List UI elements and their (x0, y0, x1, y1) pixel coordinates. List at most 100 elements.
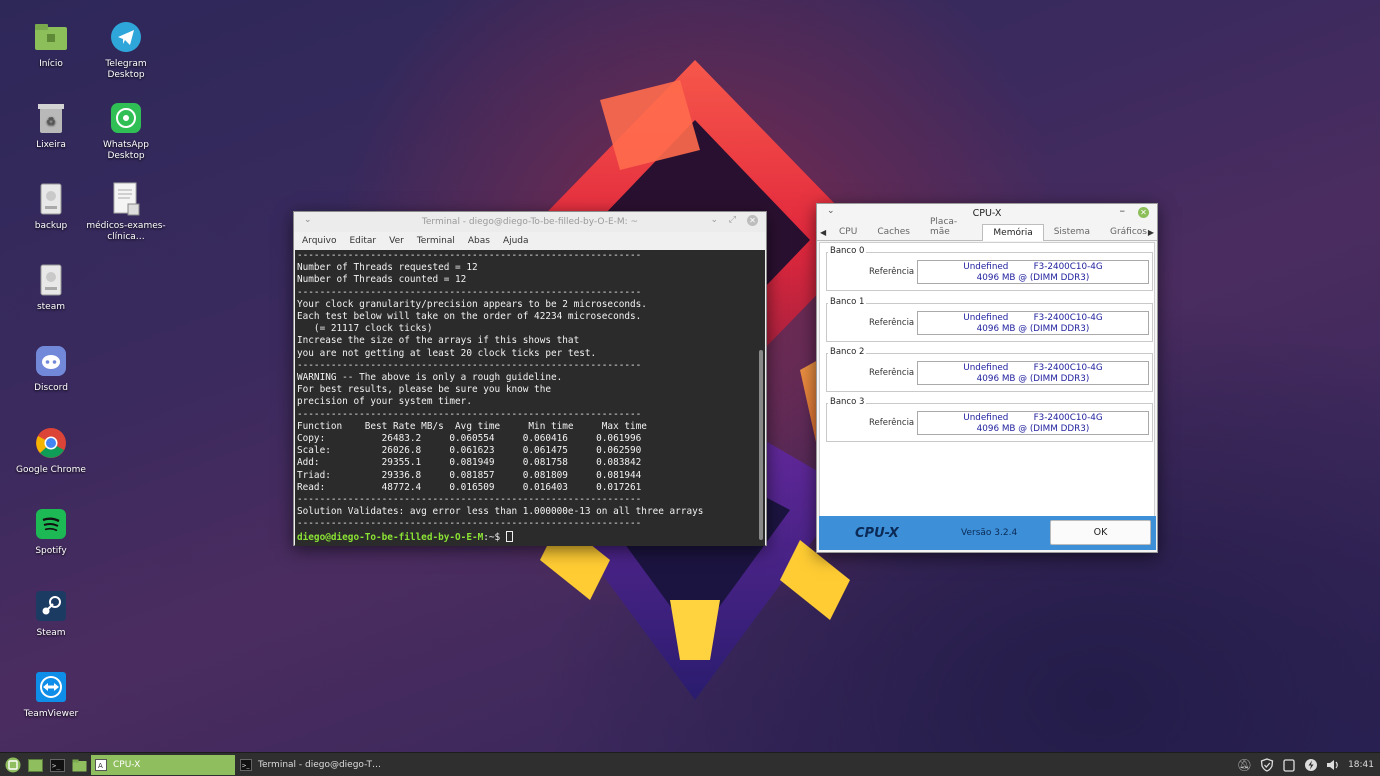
desktop-icon-telegram[interactable]: Telegram Desktop (86, 20, 166, 81)
tab-placa-mae[interactable]: Placa-mãe (920, 217, 982, 240)
terminal-line: you are not getting at least 20 clock ti… (297, 347, 597, 359)
reference-label: Referência (869, 267, 915, 277)
terminal-line: ----------------------------------------… (297, 286, 642, 298)
tab-scroll-right-icon[interactable]: ▶ (1148, 228, 1154, 237)
cpux-titlebar[interactable]: ⌄ CPU-X – ✕ (817, 204, 1157, 222)
cpux-footer: CPU-X Versão 3.2.4 OK (819, 516, 1156, 550)
home-folder-icon (34, 20, 68, 54)
menu-button[interactable] (3, 755, 23, 775)
window-menu-chevron-icon[interactable]: ⌄ (827, 206, 835, 216)
task-label: Terminal - diego@diego-T… (258, 760, 382, 770)
icon-label: backup (34, 221, 68, 231)
menu-abas[interactable]: Abas (468, 236, 490, 246)
terminal-line: ----------------------------------------… (297, 408, 642, 420)
desktop-icon-steam[interactable]: Steam (11, 589, 91, 639)
menu-arquivo[interactable]: Arquivo (302, 236, 336, 246)
show-desktop-button[interactable] (26, 755, 44, 775)
size-type-text: 4096 MB @ (DIMM DDR3) (976, 324, 1090, 334)
teamviewer-icon (34, 670, 68, 704)
icon-label: Google Chrome (16, 465, 86, 475)
part-number-text: F3-2400C10-4G (1033, 413, 1103, 423)
close-icon[interactable]: ✕ (1138, 207, 1149, 218)
menu-editar[interactable]: Editar (349, 236, 376, 246)
menu-ajuda[interactable]: Ajuda (503, 236, 529, 246)
desktop-icon-chrome[interactable]: Google Chrome (11, 426, 91, 476)
files-launcher[interactable] (70, 755, 88, 775)
menu-ver[interactable]: Ver (389, 236, 404, 246)
part-number-text: F3-2400C10-4G (1033, 363, 1103, 373)
desktop-icon-steam-drive[interactable]: steam (11, 263, 91, 313)
menu-terminal[interactable]: Terminal (417, 236, 455, 246)
tab-sistema[interactable]: Sistema (1044, 227, 1100, 240)
tab-cpu[interactable]: CPU (829, 227, 867, 240)
prompt-user: diego@diego-To-be-filled-by-O-E-M (297, 531, 484, 543)
terminal-menubar: Arquivo Editar Ver Terminal Abas Ajuda (294, 232, 766, 249)
bank-name: Banco 3 (828, 397, 867, 407)
cpux-window[interactable]: ⌄ CPU-X – ✕ ◀ CPU Caches Placa-mãe Memór… (816, 203, 1158, 553)
memory-bank-2: Banco 2 Referência Undefined F3-2400C10-… (826, 347, 1153, 392)
clock[interactable]: 18:41 (1348, 760, 1374, 770)
minimize-icon[interactable]: – (1120, 204, 1126, 217)
volume-icon[interactable] (1326, 758, 1340, 772)
svg-text:♻: ♻ (46, 115, 56, 128)
task-terminal[interactable]: >_ Terminal - diego@diego-T… (236, 755, 386, 775)
desktop-icon-document[interactable]: médicos-exames-clínica… (86, 182, 166, 243)
mint-logo-icon (5, 757, 21, 773)
show-desktop-icon (27, 758, 43, 772)
cpux-tabbar: ◀ CPU Caches Placa-mãe Memória Sistema G… (817, 217, 1157, 241)
desktop-icon-teamviewer[interactable]: TeamViewer (11, 670, 91, 720)
version-label: Versão 3.2.4 (961, 528, 1018, 538)
minimize-icon[interactable]: ⌄ (710, 215, 718, 225)
terminal-line: Read: 48772.4 0.016509 0.016403 0.017261 (297, 481, 642, 493)
icon-label: médicos-exames-clínica… (86, 221, 166, 242)
terminal-line: Increase the size of the arrays if this … (297, 335, 580, 347)
clipboard-icon[interactable] (1282, 758, 1296, 772)
desktop-icon-home[interactable]: Início (11, 20, 91, 70)
terminal-line: Solution Validates: avg error less than … (297, 506, 704, 518)
steam-icon (34, 589, 68, 623)
terminal-line: Your clock granularity/precision appears… (297, 298, 647, 310)
vendor-text: Undefined (963, 313, 1009, 323)
terminal-output[interactable]: ----------------------------------------… (295, 250, 757, 546)
size-type-text: 4096 MB @ (DIMM DDR3) (976, 374, 1090, 384)
tab-caches[interactable]: Caches (867, 227, 920, 240)
part-number-text: F3-2400C10-4G (1033, 313, 1103, 323)
maximize-icon[interactable]: ⤢ (729, 215, 736, 225)
desktop-icon-trash[interactable]: ♻ Lixeira (11, 101, 91, 151)
icon-label: TeamViewer (23, 709, 79, 719)
notifications-off-icon[interactable]: 🔕︎ (1237, 758, 1252, 772)
desktop-icon-backup[interactable]: backup (11, 182, 91, 232)
window-menu-chevron-icon[interactable]: ⌄ (304, 215, 312, 225)
memory-bank-3: Banco 3 Referência Undefined F3-2400C10-… (826, 397, 1153, 442)
tab-memoria[interactable]: Memória (982, 224, 1044, 241)
desktop-icon-spotify[interactable]: Spotify (11, 507, 91, 557)
folder-icon (72, 759, 86, 771)
svg-text:>_: >_ (52, 762, 61, 770)
task-cpux[interactable]: A CPU-X (91, 755, 235, 775)
icon-label: Lixeira (36, 140, 66, 150)
ok-button[interactable]: OK (1050, 520, 1151, 545)
cpux-logo: CPU-X (855, 526, 899, 541)
reference-label: Referência (869, 368, 915, 378)
terminal-line: Function Best Rate MB/s Avg time Min tim… (297, 420, 647, 432)
vendor-text: Undefined (963, 363, 1009, 373)
power-icon[interactable] (1304, 758, 1318, 772)
terminal-titlebar[interactable]: ⌄ Terminal - diego@diego-To-be-filled-by… (294, 212, 766, 232)
memory-bank-1: Banco 1 Referência Undefined F3-2400C10-… (826, 297, 1153, 342)
part-number-text: F3-2400C10-4G (1033, 262, 1103, 272)
terminal-line: ----------------------------------------… (297, 518, 642, 530)
desktop-icon-whatsapp[interactable]: WhatsApp Desktop (86, 101, 166, 162)
terminal-title: Terminal - diego@diego-To-be-filled-by-O… (421, 217, 639, 227)
close-icon[interactable]: ✕ (747, 215, 758, 226)
shield-icon[interactable] (1260, 758, 1274, 772)
terminal-launcher[interactable]: >_ (48, 755, 66, 775)
terminal-icon: >_ (240, 759, 252, 771)
tab-scroll-left-icon[interactable]: ◀ (820, 228, 826, 237)
desktop-icon-discord[interactable]: Discord (11, 344, 91, 394)
terminal-window[interactable]: ⌄ Terminal - diego@diego-To-be-filled-by… (293, 211, 767, 546)
whatsapp-icon (109, 101, 143, 135)
vendor-text: Undefined (963, 413, 1009, 423)
terminal-scrollbar[interactable] (757, 250, 765, 546)
terminal-prompt-line[interactable]: diego@diego-To-be-filled-by-O-E-M:~$ (297, 530, 757, 544)
scrollbar-thumb[interactable] (759, 350, 763, 540)
